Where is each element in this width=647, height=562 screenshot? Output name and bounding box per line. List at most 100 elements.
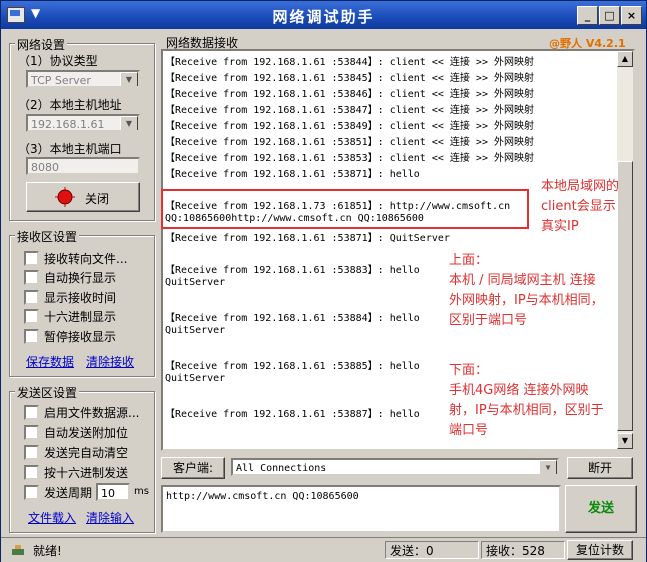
checkbox[interactable]	[24, 445, 39, 460]
option-label: 十六进制显示	[44, 310, 117, 324]
receive-line: 【Receive from 192.168.1.61 :53846】: clie…	[165, 89, 534, 100]
client-select-value: All Connections	[236, 463, 327, 474]
receive-line: 【Receive from 192.168.1.61 :53844】: clie…	[165, 57, 534, 68]
host-ip-value: 192.168.1.61	[31, 118, 105, 131]
option-label: 发送周期	[44, 486, 93, 500]
option-label: 按十六进制发送	[44, 466, 129, 480]
annotation-line: 真实IP	[541, 219, 579, 234]
clear-input-link[interactable]: 清除输入	[86, 509, 134, 526]
title-bar: ▼ 网络调试助手 _ □ ×	[1, 1, 646, 29]
receive-line: 【Receive from 192.168.1.61 :53871】: Quit…	[165, 233, 450, 244]
option-label: 发送完自动清空	[44, 446, 129, 460]
send-option-autoclear[interactable]: 发送完自动清空	[24, 444, 128, 461]
option-label: 暂停接收显示	[44, 330, 117, 344]
recv-option-to-file[interactable]: 接收转向文件...	[24, 250, 127, 267]
receive-line: 【Receive from 192.168.1.61 :53849】: clie…	[165, 121, 534, 132]
receive-line: 【Receive from 192.168.1.61 :53847】: clie…	[165, 105, 534, 116]
minimize-button[interactable]: _	[577, 6, 598, 25]
checkbox[interactable]	[24, 465, 39, 480]
scroll-down-icon[interactable]: ▼	[617, 433, 633, 449]
checkbox[interactable]	[24, 251, 39, 266]
annotation-line: 外网映射，IP与本机相同，	[449, 293, 604, 308]
annotation-line: client会显示	[541, 199, 616, 214]
clear-receive-link[interactable]: 清除接收	[86, 353, 134, 370]
option-label: 启用文件数据源...	[44, 406, 140, 420]
checkbox[interactable]	[24, 485, 39, 500]
status-bar: 就绪! 发送：0 接收：528 复位计数	[1, 537, 646, 562]
highlight-box	[161, 189, 529, 229]
save-data-link[interactable]: 保存数据	[26, 353, 74, 370]
recv-option-wrap[interactable]: 自动换行显示	[24, 269, 116, 286]
port-label: （3）本地主机端口	[18, 142, 122, 156]
receive-line: 【Receive from 192.168.1.61 :53887】: hell…	[165, 409, 420, 420]
red-status-icon	[55, 187, 75, 207]
period-input[interactable]: 10	[96, 483, 130, 501]
recv-option-time[interactable]: 显示接收时间	[24, 289, 116, 306]
close-window-button[interactable]: ×	[621, 6, 642, 25]
send-option-period[interactable]: 发送周期	[24, 484, 92, 501]
option-label: 自动换行显示	[44, 271, 117, 285]
window-title: 网络调试助手	[272, 8, 375, 26]
load-file-link[interactable]: 文件载入	[28, 509, 76, 526]
receive-line: QuitServer	[165, 277, 226, 288]
protocol-select[interactable]: TCP Server ▼	[26, 70, 140, 88]
annotation-line: 射，IP与本机相同，区别于	[449, 403, 604, 418]
chevron-down-icon[interactable]: ▼	[120, 116, 138, 130]
receive-line: 【Receive from 192.168.1.61 :53883】: hell…	[165, 265, 420, 276]
annotation-line: 本机 / 同局域网主机 连接	[449, 273, 596, 288]
client-label: 客户端:	[161, 457, 225, 479]
scroll-up-icon[interactable]: ▲	[617, 51, 633, 67]
protocol-value: TCP Server	[31, 74, 91, 87]
checkbox[interactable]	[24, 405, 39, 420]
recv-option-pause[interactable]: 暂停接收显示	[24, 328, 116, 345]
host-ip-label: （2）本地主机地址	[18, 98, 122, 112]
send-option-file-source[interactable]: 启用文件数据源...	[24, 404, 139, 421]
send-count: 发送：0	[385, 541, 479, 559]
annotation-line: 上面：	[449, 253, 489, 268]
send-option-append[interactable]: 自动发送附加位	[24, 424, 128, 441]
option-label: 自动发送附加位	[44, 426, 129, 440]
scroll-thumb[interactable]	[617, 161, 633, 431]
disconnect-button[interactable]: 断开	[567, 457, 633, 479]
receive-line: 【Receive from 192.168.1.61 :53871】: hell…	[165, 169, 420, 180]
receive-line: 【Receive from 192.168.1.61 :53845】: clie…	[165, 73, 534, 84]
recv-option-hex[interactable]: 十六进制显示	[24, 308, 116, 325]
port-input[interactable]: 8080	[26, 157, 140, 175]
recv-settings-group: 接收区设置 接收转向文件... 自动换行显示 显示接收时间 十六进制显示 暂停接…	[9, 228, 155, 377]
send-option-hex[interactable]: 按十六进制发送	[24, 464, 128, 481]
checkbox[interactable]	[24, 425, 39, 440]
period-unit: ms	[134, 486, 149, 497]
annotation-line: 区别于端口号	[449, 313, 528, 328]
option-label: 显示接收时间	[44, 291, 117, 305]
send-settings-label: 发送区设置	[15, 384, 80, 401]
annotation-local-client: 本地局域网的 client会显示 真实IP	[541, 177, 619, 237]
app-window: ▼ 网络调试助手 _ □ × 网络设置 （1）协议类型 TCP Server ▼…	[0, 0, 647, 562]
checkbox[interactable]	[24, 270, 39, 285]
send-input[interactable]: http://www.cmsoft.cn QQ:10865600	[161, 485, 561, 533]
close-connection-button[interactable]: 关闭	[26, 182, 140, 212]
close-connection-label: 关闭	[85, 192, 110, 206]
receive-scrollbar[interactable]: ▲ ▼	[617, 51, 633, 449]
net-settings-group: 网络设置 （1）协议类型 TCP Server ▼ （2）本地主机地址 192.…	[9, 36, 155, 221]
chevron-down-icon[interactable]: ▼	[120, 72, 138, 86]
status-text: 就绪!	[33, 544, 62, 558]
recv-settings-label: 接收区设置	[15, 228, 80, 245]
receive-line: 【Receive from 192.168.1.61 :53884】: hell…	[165, 313, 420, 324]
checkbox[interactable]	[24, 290, 39, 305]
maximize-button[interactable]: □	[599, 6, 620, 25]
client-select[interactable]: All Connections ▼	[231, 458, 559, 476]
annotation-line: 下面：	[449, 363, 489, 378]
receive-line: QuitServer	[165, 373, 226, 384]
net-settings-label: 网络设置	[15, 36, 68, 53]
receive-line: 【Receive from 192.168.1.61 :53885】: hell…	[165, 361, 420, 372]
host-ip-select[interactable]: 192.168.1.61 ▼	[26, 114, 140, 132]
checkbox[interactable]	[24, 329, 39, 344]
checkbox[interactable]	[24, 309, 39, 324]
recv-count: 接收：528	[481, 541, 565, 559]
reset-count-button[interactable]: 复位计数	[567, 540, 633, 560]
send-button[interactable]: 发送	[565, 485, 637, 533]
annotation-line: 端口号	[449, 423, 489, 438]
annotation-line: 本地局域网的	[541, 179, 620, 194]
annotation-above: 上面： 本机 / 同局域网主机 连接 外网映射，IP与本机相同， 区别于端口号	[449, 251, 604, 331]
chevron-down-icon[interactable]: ▼	[539, 460, 557, 474]
